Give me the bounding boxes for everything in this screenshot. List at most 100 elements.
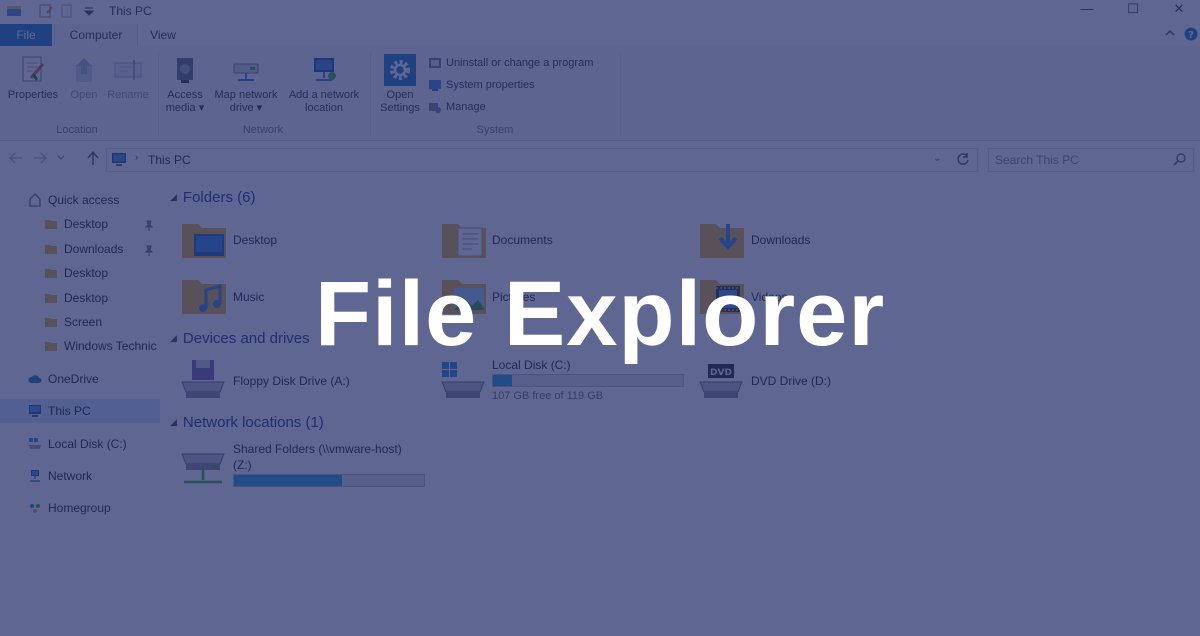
nav-item-local-disk-c[interactable]: Local Disk (C:)	[0, 432, 160, 456]
manage-button[interactable]: Manage	[428, 100, 486, 114]
uninstall-program-button[interactable]: Uninstall or change a program	[428, 56, 593, 70]
group-label-location: Location	[56, 124, 98, 136]
section-network-heading[interactable]: ◢ Network locations (1)	[170, 414, 324, 431]
navigation-pane: Quick access Desktop Downloads Desktop Deskt…	[0, 176, 160, 636]
system-properties-icon	[429, 80, 441, 91]
network-drive-tile-z[interactable]: Shared Folders (\\vmware-host) (Z:)	[178, 440, 448, 492]
nav-item-label: Desktop	[64, 217, 109, 232]
minimize-button[interactable]: —	[1064, 0, 1110, 20]
tab-view[interactable]: View	[138, 24, 188, 46]
collapse-triangle-icon: ◢	[170, 192, 177, 202]
window-title: This PC	[109, 4, 152, 18]
open-settings-button[interactable]: Open Settings	[374, 54, 426, 115]
open-button[interactable]: Open	[64, 54, 104, 102]
breadcrumb-this-pc[interactable]: This PC	[148, 153, 191, 167]
overlay-title: File Explorer	[314, 263, 886, 365]
open-icon	[76, 58, 92, 82]
address-dropdown-icon[interactable]: ⌄	[933, 153, 941, 164]
recent-locations-icon[interactable]	[56, 151, 66, 168]
up-arrow-icon[interactable]	[86, 150, 100, 169]
close-button[interactable]: ✕	[1156, 0, 1200, 20]
add-network-location-button[interactable]: Add a network location	[284, 54, 364, 115]
computer-icon	[111, 152, 129, 171]
address-bar[interactable]: › This PC ⌄	[106, 148, 978, 172]
properties-quick-icon[interactable]	[38, 3, 54, 22]
disk-usage-fill	[493, 375, 512, 386]
drive-icon	[29, 437, 41, 449]
breadcrumb-chevron-icon: ›	[135, 152, 139, 163]
forward-icon[interactable]	[32, 151, 48, 168]
ribbon: Properties Open Rename Location Access m…	[0, 46, 1200, 141]
nav-item-desktop[interactable]: Desktop	[0, 212, 160, 236]
folder-tile-desktop[interactable]: Desktop	[180, 214, 430, 266]
ribbon-tabs: File Computer View ?	[0, 24, 1200, 47]
tab-file[interactable]: File	[0, 24, 52, 46]
folder-icon	[45, 220, 57, 230]
map-network-drive-icon	[233, 63, 259, 81]
nav-item-label: OneDrive	[48, 371, 99, 386]
network-usage-fill	[234, 475, 343, 486]
desktop-folder-icon	[182, 224, 226, 258]
svg-text:DVD: DVD	[710, 368, 732, 378]
nav-item-label: Quick access	[48, 193, 120, 207]
homegroup-icon	[30, 504, 40, 514]
nav-item-onedrive[interactable]: OneDrive	[0, 367, 160, 391]
help-icon[interactable]: ?	[1184, 27, 1198, 44]
app-icon[interactable]	[6, 3, 22, 22]
content-area: ◢ Folders (6) Desktop Documents Downloads…	[160, 176, 1200, 636]
network-usage-bar	[233, 474, 425, 487]
collapse-triangle-icon: ◢	[170, 417, 177, 427]
cloud-icon	[28, 375, 42, 383]
access-media-button[interactable]: Access media ▾	[160, 54, 210, 115]
search-box[interactable]: Search This PC	[988, 148, 1194, 172]
nav-item-label: Network	[48, 469, 93, 483]
downloads-folder-icon	[700, 224, 744, 258]
network-drive-icon	[181, 453, 225, 484]
disk-usage-bar	[492, 374, 684, 387]
properties-button[interactable]: Properties	[4, 54, 62, 102]
star-icon	[29, 193, 41, 207]
search-icon[interactable]	[1173, 152, 1187, 169]
group-separator	[620, 52, 621, 136]
system-properties-button[interactable]: System properties	[428, 78, 535, 92]
folder-tile-documents[interactable]: Documents	[440, 214, 690, 266]
minimize-ribbon-icon[interactable]	[1164, 27, 1176, 42]
rename-button[interactable]: Rename	[104, 54, 152, 102]
map-network-drive-button[interactable]: Map network drive ▾	[208, 54, 284, 115]
search-input[interactable]: Search This PC	[995, 153, 1079, 167]
nav-item-homegroup[interactable]: Homegroup	[0, 496, 160, 520]
nav-item-this-pc[interactable]: This PC	[0, 399, 160, 424]
nav-item-label: This PC	[48, 404, 91, 419]
group-separator	[158, 52, 159, 136]
manage-icon	[429, 103, 441, 113]
title-bar: This PC — ☐ ✕	[0, 0, 1200, 24]
svg-text:?: ?	[1188, 30, 1194, 41]
documents-folder-icon	[442, 224, 486, 258]
maximize-button[interactable]: ☐	[1110, 0, 1156, 20]
folder-icon	[45, 244, 57, 254]
uninstall-icon	[429, 58, 441, 68]
back-icon[interactable]	[8, 151, 24, 168]
add-network-location-icon	[314, 58, 336, 81]
nav-item-downloads[interactable]: Downloads	[0, 237, 160, 261]
refresh-icon[interactable]	[955, 151, 971, 170]
new-folder-quick-icon[interactable]	[60, 3, 74, 22]
group-label-network: Network	[242, 124, 284, 136]
network-icon	[30, 470, 40, 482]
nav-item-label: Homegroup	[48, 501, 111, 516]
customize-quick-access-icon[interactable]	[83, 3, 95, 22]
address-row: › This PC ⌄ Search This PC	[0, 141, 1200, 175]
rename-icon	[114, 60, 142, 80]
gear-icon	[384, 54, 416, 86]
nav-item-quick-access[interactable]: Quick access	[0, 188, 160, 212]
section-folders-heading[interactable]: ◢ Folders (6)	[170, 189, 255, 206]
tab-computer[interactable]: Computer	[54, 24, 138, 46]
properties-icon	[22, 56, 45, 82]
access-media-icon	[177, 58, 193, 83]
nav-item-label: Downloads	[64, 241, 124, 256]
folder-tile-downloads[interactable]: Downloads	[698, 214, 948, 266]
group-label-system: System	[476, 124, 514, 136]
nav-item-network[interactable]: Network	[0, 464, 160, 488]
group-separator	[370, 52, 371, 136]
computer-icon	[29, 405, 41, 418]
